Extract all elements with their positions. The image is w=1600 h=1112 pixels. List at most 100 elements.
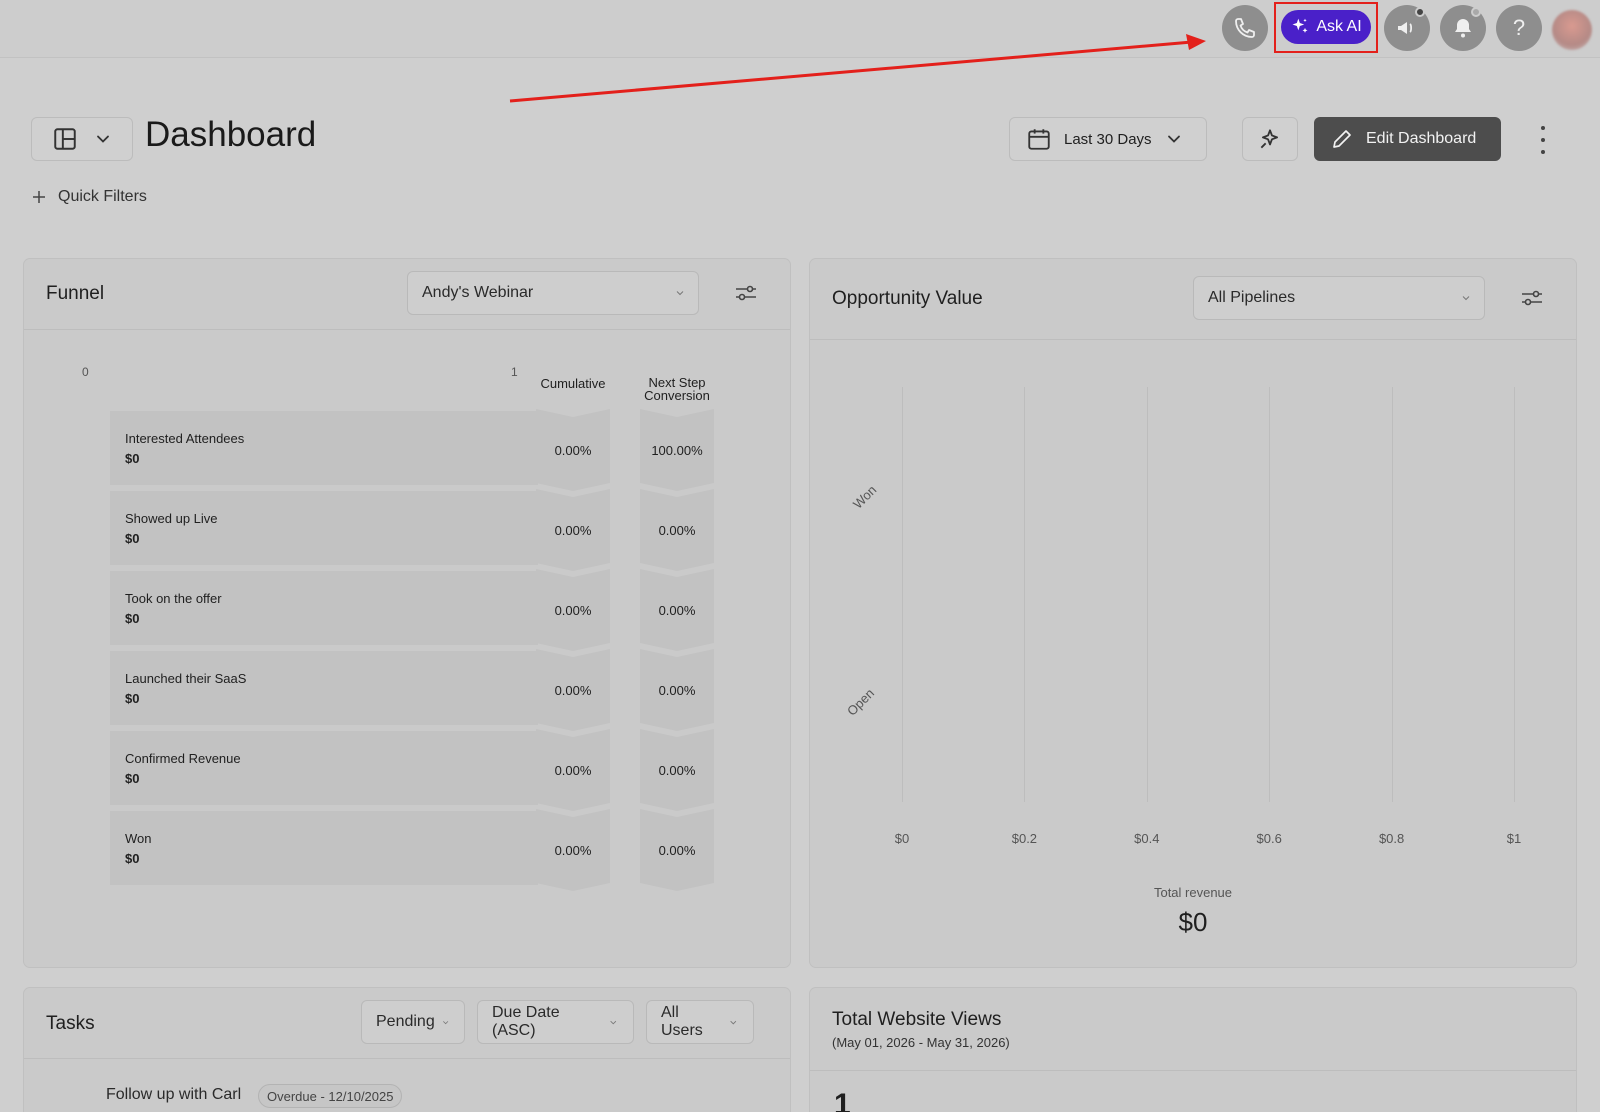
funnel-title: Funnel (46, 283, 105, 304)
page-title: Dashboard (145, 115, 317, 154)
task-item-title[interactable]: Follow up with Carl (106, 1086, 241, 1104)
edit-dashboard-button[interactable]: Edit Dashboard (1314, 117, 1501, 161)
status-filter-select[interactable]: Pending (361, 1000, 465, 1044)
funnel-stage-row: Took on the offer $0 (110, 571, 538, 645)
chart-gridline (1391, 387, 1393, 802)
user-filter-select[interactable]: All Users (646, 1000, 754, 1044)
funnel-stage-value: $0 (125, 691, 140, 706)
tasks-card: Tasks Pending Due Date (ASC) All Users F… (24, 988, 790, 1112)
next-step-cell: 0.00% (640, 809, 714, 891)
chevron-down-icon (96, 135, 109, 143)
announcements-button[interactable] (1384, 5, 1430, 51)
funnel-stage-row: Launched their SaaS $0 (110, 651, 538, 725)
avatar[interactable] (1552, 10, 1592, 50)
funnel-select[interactable]: Andy's Webinar (407, 271, 699, 315)
more-options-icon[interactable] (1536, 126, 1550, 154)
sparkle-icon (1292, 18, 1308, 33)
chart-gridline (902, 387, 903, 802)
next-step-cell: 0.00% (640, 569, 714, 651)
funnel-stage-value: $0 (125, 611, 140, 626)
ask-ai-label: Ask AI (1316, 18, 1362, 35)
bell-icon (1455, 19, 1471, 38)
chevron-down-icon (730, 1020, 737, 1024)
funnel-axis-max: 1 (511, 365, 518, 379)
funnel-stage-row: Interested Attendees $0 (110, 411, 538, 485)
phone-button[interactable] (1222, 5, 1268, 51)
cumulative-cell: 0.00% (536, 729, 610, 811)
calendar-icon (1028, 129, 1050, 150)
website-views-card: Total Website Views (May 01, 2026 - May … (810, 988, 1576, 1112)
pipeline-select[interactable]: All Pipelines (1193, 276, 1485, 320)
notification-dot (1471, 7, 1481, 17)
chevron-down-icon (442, 1020, 448, 1024)
help-button[interactable]: ? (1496, 5, 1542, 51)
funnel-stage-name: Showed up Live (125, 511, 218, 526)
chart-gridline (1269, 387, 1271, 802)
website-views-date-range: (May 01, 2026 - May 31, 2026) (832, 1035, 1010, 1050)
pipeline-select-value: All Pipelines (1208, 289, 1296, 306)
chart-x-tick: $0 (894, 831, 910, 846)
funnel-stage-name: Took on the offer (125, 591, 222, 606)
funnel-stage-row: Confirmed Revenue $0 (110, 731, 538, 805)
help-icon: ? (1512, 15, 1526, 40)
ask-ai-highlight: Ask AI (1274, 2, 1378, 53)
chevron-down-icon (1167, 135, 1180, 143)
pencil-icon (1333, 130, 1351, 148)
opportunity-value-card: Opportunity Value All Pipelines $0 $0.2 $0… (810, 259, 1576, 967)
funnel-stage-name: Won (125, 831, 152, 846)
website-views-title: Total Website Views (832, 1009, 1002, 1030)
ask-ai-button[interactable]: Ask AI (1281, 10, 1371, 44)
next-step-cell: 0.00% (640, 649, 714, 731)
total-revenue-label: Total revenue (1153, 885, 1233, 900)
next-step-cell: 100.00% (640, 409, 714, 491)
chart-y-category: Open (844, 685, 878, 719)
card-divider (810, 1070, 1576, 1071)
chart-x-tick: $0.6 (1256, 831, 1282, 846)
funnel-stage-name: Launched their SaaS (125, 671, 247, 686)
card-divider (24, 329, 790, 330)
quick-filters-label: Quick Filters (58, 188, 147, 205)
magic-wand-sparkle-icon (1260, 129, 1278, 149)
card-divider (810, 339, 1576, 340)
plus-icon (33, 191, 45, 203)
date-range-label: Last 30 Days (1064, 130, 1152, 148)
announcement-dot (1415, 7, 1425, 17)
funnel-stage-name: Confirmed Revenue (125, 751, 241, 766)
next-step-cell: 0.00% (640, 489, 714, 571)
cumulative-cell: 0.00% (536, 809, 610, 891)
cumulative-cell: 0.00% (536, 569, 610, 651)
sort-filter-select[interactable]: Due Date (ASC) (477, 1000, 634, 1044)
funnel-stage-value: $0 (125, 771, 140, 786)
megaphone-icon (1398, 22, 1413, 34)
chart-y-category: Won (850, 482, 880, 512)
settings-sliders-icon[interactable] (734, 283, 758, 303)
next-step-header-line2: Conversion (644, 388, 710, 403)
edit-dashboard-label: Edit Dashboard (1366, 130, 1477, 147)
layout-switcher-button[interactable] (31, 117, 133, 161)
chevron-down-icon (1462, 296, 1470, 301)
cumulative-cell: 0.00% (536, 649, 610, 731)
cumulative-cell: 0.00% (536, 489, 610, 571)
quick-filters-button[interactable]: Quick Filters (32, 188, 147, 206)
date-range-button[interactable]: Last 30 Days (1009, 117, 1207, 161)
layout-icon (53, 128, 76, 150)
chevron-down-icon (610, 1020, 617, 1024)
chart-x-tick: $0.8 (1378, 831, 1405, 846)
card-divider (24, 1058, 790, 1059)
cumulative-header: Cumulative (540, 376, 606, 391)
chart-x-tick: $0.4 (1134, 831, 1160, 846)
chart-x-tick: $1 (1506, 831, 1522, 846)
funnel-axis-min: 0 (82, 365, 89, 379)
settings-sliders-icon[interactable] (1520, 288, 1544, 308)
status-filter-value: Pending (376, 1013, 435, 1030)
funnel-stage-row: Won $0 (110, 811, 538, 885)
next-step-header: Next Step Conversion (634, 376, 720, 402)
sort-filter-value: Due Date (ASC) (492, 1004, 560, 1039)
chart-gridline (1514, 387, 1515, 802)
user-filter-value: All Users (661, 1004, 703, 1039)
chart-x-tick: $0.2 (1011, 831, 1038, 846)
ai-magic-button[interactable] (1242, 117, 1298, 161)
chart-gridline (1146, 387, 1148, 802)
notifications-button[interactable] (1440, 5, 1486, 51)
funnel-select-value: Andy's Webinar (422, 284, 534, 301)
